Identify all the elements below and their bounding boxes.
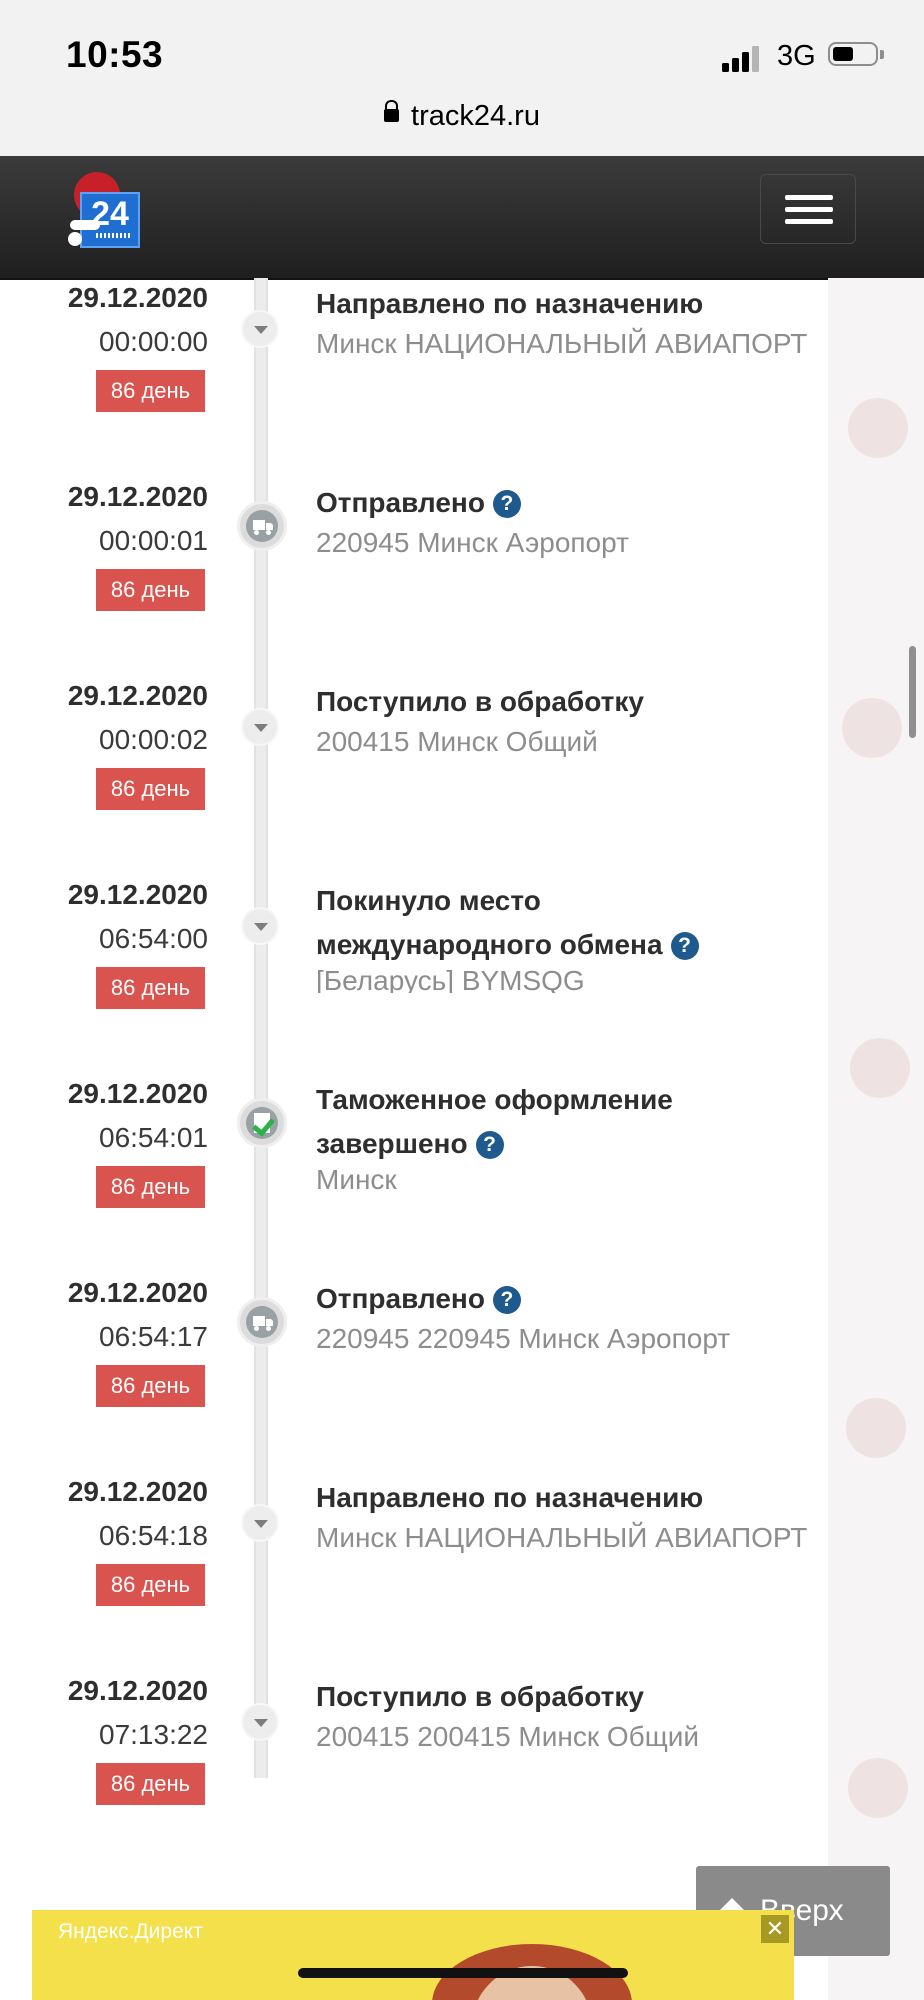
days-badge: 86 день — [96, 1763, 205, 1805]
event-time: 00:00:00 — [99, 326, 208, 357]
event-location: 200415 200415 Минск Общий — [316, 1721, 700, 1752]
event-time: 06:54:01 — [99, 1122, 208, 1153]
event-title: Отправлено? — [316, 1277, 816, 1321]
event-date: 29.12.2020 — [67, 282, 208, 313]
event-location: 200415 Минск Общий — [316, 726, 598, 757]
days-badge: 86 день — [96, 1166, 205, 1208]
battery-icon — [828, 42, 884, 66]
tracking-event: 29.12.2020 00:00:00 86 день Направлено п… — [0, 282, 828, 481]
truck-icon — [237, 501, 287, 551]
event-location: [Беларусь] BYMSQG — [316, 969, 585, 993]
event-date: 29.12.2020 — [67, 1675, 208, 1706]
event-title-text: Поступило в обработку — [316, 686, 644, 717]
network-type: 3G — [777, 40, 816, 72]
event-title-line2: завершено — [316, 1128, 468, 1159]
tracking-event: 29.12.2020 07:13:22 86 день Поступило в … — [0, 1675, 828, 1874]
event-title-text: Отправлено — [316, 1283, 485, 1314]
url-text: track24.ru — [411, 100, 540, 132]
site-header: 24 — [0, 156, 924, 280]
tracking-event: 29.12.2020 06:54:00 86 день Покинуло мес… — [0, 879, 828, 1078]
tracking-event: 29.12.2020 06:54:17 86 день Отправлено? … — [0, 1277, 828, 1476]
hamburger-menu-icon — [785, 195, 833, 200]
help-icon[interactable]: ? — [492, 490, 521, 518]
event-location: Минск — [316, 1168, 397, 1192]
event-title-text: Направлено по назначению — [316, 288, 704, 319]
event-title: Таможенное оформление завершено? — [316, 1078, 816, 1166]
ad-label: Яндекс.Директ — [58, 1920, 203, 1943]
event-title-text: Поступило в обработку — [316, 1681, 644, 1712]
event-location: 220945 Минск Аэропорт — [316, 527, 629, 558]
event-date: 29.12.2020 — [67, 481, 208, 512]
event-date: 29.12.2020 — [67, 879, 208, 910]
days-badge: 86 день — [96, 370, 205, 412]
event-title-text: Направлено по назначению — [316, 1482, 704, 1513]
site-logo[interactable]: 24 — [68, 166, 142, 256]
event-time: 00:00:01 — [99, 525, 208, 556]
event-location: 220945 220945 Минск Аэропорт — [316, 1323, 731, 1354]
event-location: Минск НАЦИОНАЛЬНЫЙ АВИАПОРТ — [316, 1522, 808, 1553]
event-time: 06:54:00 — [99, 923, 208, 954]
event-title: Поступило в обработку — [316, 680, 816, 724]
event-date: 29.12.2020 — [67, 680, 208, 711]
tracking-event: 29.12.2020 06:54:01 86 день Таможенное о… — [0, 1078, 828, 1277]
event-date: 29.12.2020 — [67, 1277, 208, 1308]
chevron-down-icon — [241, 310, 279, 348]
status-time: 10:53 — [66, 34, 164, 75]
event-title: Направлено по назначению — [316, 282, 816, 326]
help-icon[interactable]: ? — [475, 1131, 504, 1159]
close-icon[interactable]: ✕ — [761, 1915, 789, 1943]
event-time: 00:00:02 — [99, 724, 208, 755]
help-icon[interactable]: ? — [670, 932, 699, 960]
event-title: Поступило в обработку — [316, 1675, 816, 1719]
event-title: Направлено по назначению — [316, 1476, 816, 1520]
browser-address-bar[interactable]: track24.ru — [0, 94, 924, 156]
tracking-event: 29.12.2020 06:54:18 86 день Направлено п… — [0, 1476, 828, 1675]
tracking-event: 29.12.2020 00:00:01 86 день Отправлено? … — [0, 481, 828, 680]
background-decoration — [828, 278, 924, 2000]
event-title: Покинуло место международного обмена? — [316, 879, 816, 967]
event-time: 06:54:18 — [99, 1520, 208, 1551]
event-title-text: Отправлено — [316, 487, 485, 518]
page-scrollbar[interactable] — [909, 646, 916, 738]
chevron-down-icon — [241, 1703, 279, 1741]
event-title-text: Таможенное оформление — [316, 1084, 673, 1115]
customs-check-icon — [237, 1098, 287, 1148]
cellular-signal-icon — [722, 44, 762, 72]
days-badge: 86 день — [96, 1365, 205, 1407]
event-title-line2: международного обмена — [316, 929, 663, 960]
days-badge: 86 день — [96, 967, 205, 1009]
event-time: 06:54:17 — [99, 1321, 208, 1352]
event-date: 29.12.2020 — [67, 1078, 208, 1109]
help-icon[interactable]: ? — [492, 1286, 521, 1314]
event-title: Отправлено? — [316, 481, 816, 525]
event-title-text: Покинуло место — [316, 885, 541, 916]
chevron-down-icon — [241, 1504, 279, 1542]
lock-icon — [384, 99, 400, 122]
event-time: 07:13:22 — [99, 1719, 208, 1750]
chevron-down-icon — [241, 708, 279, 746]
chevron-down-icon — [241, 907, 279, 945]
url-display[interactable]: track24.ru — [0, 99, 924, 133]
event-date: 29.12.2020 — [67, 1476, 208, 1507]
ad-banner[interactable]: Яндекс.Директ ✕ — [32, 1910, 794, 2000]
days-badge: 86 день — [96, 1564, 205, 1606]
menu-button[interactable] — [760, 174, 856, 244]
event-location: Минск НАЦИОНАЛЬНЫЙ АВИАПОРТ — [316, 328, 808, 359]
home-indicator[interactable] — [298, 1968, 628, 1978]
days-badge: 86 день — [96, 569, 205, 611]
days-badge: 86 день — [96, 768, 205, 810]
truck-icon — [237, 1297, 287, 1347]
tracking-event: 29.12.2020 00:00:02 86 день Поступило в … — [0, 680, 828, 879]
